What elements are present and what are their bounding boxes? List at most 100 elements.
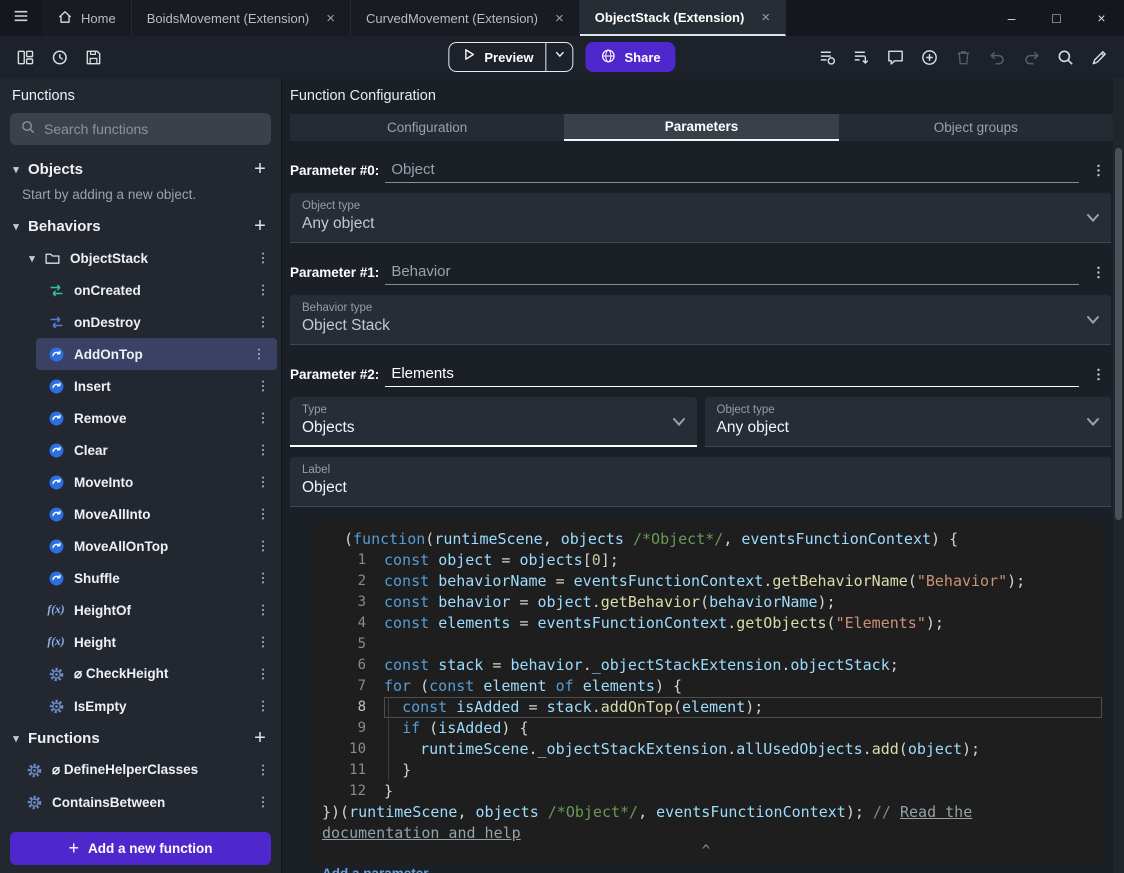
function-height[interactable]: f(x) Height: [0, 626, 281, 658]
kebab-menu-icon[interactable]: [251, 310, 275, 334]
layout-panels-icon[interactable]: [10, 42, 40, 72]
code-line-9[interactable]: 9 if (isAdded) {: [310, 718, 1102, 739]
add-icon[interactable]: +: [245, 215, 275, 238]
close-tab-icon[interactable]: ×: [761, 9, 770, 26]
kebab-menu-icon[interactable]: [251, 566, 275, 590]
close-tab-icon[interactable]: ×: [555, 10, 564, 27]
add-function-button[interactable]: + Add a new function: [10, 832, 271, 865]
profiler-icon[interactable]: [846, 42, 876, 72]
field-label[interactable]: Label Object: [290, 457, 1111, 507]
field-object-type[interactable]: Object type Any object: [290, 193, 1111, 243]
section-objects[interactable]: ▾ Objects +: [0, 153, 281, 185]
parameter-menu-icon[interactable]: [1085, 361, 1111, 387]
search-functions-box[interactable]: [10, 113, 271, 145]
tab-object-groups[interactable]: Object groups: [839, 114, 1113, 141]
tab-curvedmovement-extension[interactable]: CurvedMovement (Extension) ×: [351, 0, 580, 36]
function-moveallontop[interactable]: MoveAllOnTop: [0, 530, 281, 562]
kebab-menu-icon[interactable]: [251, 278, 275, 302]
section-functions[interactable]: ▾ Functions +: [0, 722, 281, 754]
function-ondestroy[interactable]: onDestroy: [0, 306, 281, 338]
code-line-3[interactable]: 3 const behavior = object.getBehavior(beh…: [310, 592, 1102, 613]
kebab-menu-icon[interactable]: [251, 470, 275, 494]
search-icon[interactable]: [1050, 42, 1080, 72]
kebab-menu-icon[interactable]: [251, 406, 275, 430]
code-line-11[interactable]: 11 }: [310, 760, 1102, 781]
code-line-5[interactable]: 5: [310, 634, 1102, 655]
code-line-8[interactable]: 8 const isAdded = stack.addOnTop(element…: [310, 697, 1102, 718]
share-button[interactable]: Share: [585, 42, 676, 72]
caret-down-icon[interactable]: ▾: [4, 732, 28, 745]
section-behaviors[interactable]: ▾ Behaviors +: [0, 210, 281, 242]
redo-icon[interactable]: [1016, 42, 1046, 72]
parameter-name-input[interactable]: Object: [385, 161, 1079, 183]
function-isempty[interactable]: IsEmpty: [0, 690, 281, 722]
kebab-menu-icon[interactable]: [247, 342, 271, 366]
kebab-menu-icon[interactable]: [251, 534, 275, 558]
preview-options-button[interactable]: [547, 48, 573, 66]
function-moveallinto[interactable]: MoveAllInto: [0, 498, 281, 530]
preview-main[interactable]: Preview: [449, 47, 545, 67]
scrollbar[interactable]: [1113, 78, 1124, 873]
caret-down-icon[interactable]: ▾: [20, 252, 44, 265]
hamburger-menu-button[interactable]: [0, 0, 42, 36]
kebab-menu-icon[interactable]: [251, 502, 275, 526]
field-object-type[interactable]: Object type Any object: [704, 397, 1111, 447]
function-definehelperclasses[interactable]: ⌀ DefineHelperClasses: [0, 754, 281, 786]
code-line-4[interactable]: 4 const elements = eventsFunctionContext.…: [310, 613, 1102, 634]
code-line-2[interactable]: 2 const behaviorName = eventsFunctionCont…: [310, 571, 1102, 592]
code-line-12[interactable]: 12}: [310, 781, 1102, 802]
function-checkheight[interactable]: ⌀ CheckHeight: [0, 658, 281, 690]
scrollbar-thumb[interactable]: [1115, 148, 1122, 520]
close-tab-icon[interactable]: ×: [326, 10, 335, 27]
kebab-menu-icon[interactable]: [251, 630, 275, 654]
search-functions-input[interactable]: [44, 121, 261, 137]
comments-icon[interactable]: [880, 42, 910, 72]
tab-configuration[interactable]: Configuration: [290, 114, 564, 141]
parameter-menu-icon[interactable]: [1085, 157, 1111, 183]
kebab-menu-icon[interactable]: [251, 246, 275, 270]
field-behavior-type[interactable]: Behavior type Object Stack: [290, 295, 1111, 345]
function-containsbetween[interactable]: ContainsBetween: [0, 786, 281, 818]
add-circle-icon[interactable]: [914, 42, 944, 72]
save-icon[interactable]: [78, 42, 108, 72]
code-editor[interactable]: (function(runtimeScene, objects /*Object…: [310, 523, 1102, 864]
kebab-menu-icon[interactable]: [251, 790, 275, 814]
function-addontop[interactable]: AddOnTop: [36, 338, 277, 370]
code-line-1[interactable]: 1 const object = objects[0];: [310, 550, 1102, 571]
field-type[interactable]: Type Objects: [290, 397, 697, 447]
function-remove[interactable]: Remove: [0, 402, 281, 434]
folder-objectstack[interactable]: ▾ ObjectStack: [0, 242, 281, 274]
kebab-menu-icon[interactable]: [251, 662, 275, 686]
fold-hint-caret[interactable]: ^: [310, 844, 1102, 862]
theme-pen-icon[interactable]: [1084, 42, 1114, 72]
kebab-menu-icon[interactable]: [251, 758, 275, 782]
trash-icon[interactable]: [948, 42, 978, 72]
function-clear[interactable]: Clear: [0, 434, 281, 466]
tab-parameters[interactable]: Parameters: [564, 114, 839, 141]
history-icon[interactable]: [44, 42, 74, 72]
tab-boidsmovement-extension[interactable]: BoidsMovement (Extension) ×: [131, 0, 352, 36]
function-oncreated[interactable]: onCreated: [0, 274, 281, 306]
code-line-10[interactable]: 10 runtimeScene._objectStackExtension.al…: [310, 739, 1102, 760]
function-shuffle[interactable]: Shuffle: [0, 562, 281, 594]
code-line-7[interactable]: 7 for (const element of elements) {: [310, 676, 1102, 697]
kebab-menu-icon[interactable]: [251, 694, 275, 718]
function-moveinto[interactable]: MoveInto: [0, 466, 281, 498]
caret-down-icon[interactable]: ▾: [4, 163, 28, 176]
caret-down-icon[interactable]: ▾: [4, 220, 28, 233]
code-line-6[interactable]: 6 const stack = behavior._objectStackExte…: [310, 655, 1102, 676]
kebab-menu-icon[interactable]: [251, 374, 275, 398]
add-icon[interactable]: +: [245, 158, 275, 181]
preview-button[interactable]: Preview: [448, 42, 574, 72]
maximize-button[interactable]: □: [1034, 0, 1079, 36]
add-parameter-button[interactable]: Add a parameter: [322, 866, 429, 873]
kebab-menu-icon[interactable]: [251, 438, 275, 462]
tab-home[interactable]: Home: [42, 0, 132, 36]
close-window-button[interactable]: ×: [1079, 0, 1124, 36]
kebab-menu-icon[interactable]: [251, 598, 275, 622]
tab-objectstack-extension[interactable]: ObjectStack (Extension) ×: [579, 0, 787, 36]
undo-icon[interactable]: [982, 42, 1012, 72]
add-icon[interactable]: +: [245, 727, 275, 750]
function-insert[interactable]: Insert: [0, 370, 281, 402]
parameter-name-input[interactable]: Elements: [385, 365, 1079, 387]
